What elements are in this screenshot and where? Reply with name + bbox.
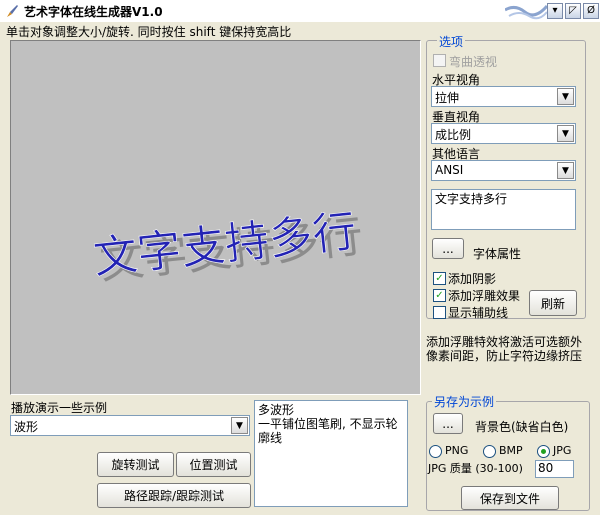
position-test-button[interactable]: 位置测试 (176, 452, 251, 477)
png-radio[interactable] (429, 445, 442, 458)
font-button[interactable]: ... (432, 238, 464, 259)
demo-description-body: 一平铺位图笔刷, 不显示轮廓线 (258, 417, 398, 445)
shadow-checkbox[interactable]: ✓ (433, 272, 446, 285)
text-input[interactable]: 文字支持多行 (431, 189, 576, 230)
refresh-button[interactable]: 刷新 (529, 290, 577, 316)
save-legend: 另存为示例 (432, 393, 497, 410)
maximize-button[interactable]: ◸ (565, 3, 581, 19)
emboss-note-line2: 像素间距，防止字符边缘挤压 (426, 349, 583, 363)
path-test-button[interactable]: 路径跟踪/跟踪测试 (97, 483, 251, 508)
curve-checkbox[interactable] (433, 54, 446, 67)
demo-description: 多波形 一平铺位图笔刷, 不显示轮廓线 (254, 400, 408, 507)
jpg-radio[interactable] (537, 445, 550, 458)
vertical-value: 成比例 (435, 128, 472, 142)
art-text-preview[interactable]: 文字支持多行 文字支持多行 (11, 41, 420, 394)
bmp-label: BMP (499, 444, 523, 457)
jpg-quality-label: JPG 质量 (30-100) (428, 462, 523, 475)
demo-label: 播放演示一些示例 (11, 401, 108, 415)
demo-select[interactable]: 波形 ▼ (10, 415, 250, 436)
bmp-radio[interactable] (483, 445, 496, 458)
demo-description-title: 多波形 (258, 403, 295, 417)
language-value: ANSI (435, 163, 464, 177)
rotate-test-button[interactable]: 旋转测试 (97, 452, 174, 477)
curve-label: 弯曲透视 (449, 55, 498, 69)
jpg-quality-input[interactable]: 80 (535, 460, 574, 478)
brush-icon (7, 5, 18, 17)
guide-label: 显示辅助线 (448, 306, 509, 320)
usage-hint: 单击对象调整大小/旋转. 同时按住 shift 键保持宽高比 (6, 25, 292, 39)
guide-checkbox[interactable] (433, 306, 446, 319)
radio-selected-dot (541, 449, 546, 454)
emboss-label: 添加浮雕效果 (448, 289, 521, 303)
emboss-checkbox[interactable]: ✓ (433, 289, 446, 302)
minimize-button[interactable]: ▾ (547, 3, 563, 19)
jpg-label: JPG (553, 444, 572, 457)
demo-value: 波形 (14, 420, 39, 434)
dropdown-arrow-icon[interactable]: ▼ (231, 417, 248, 434)
dropdown-arrow-icon[interactable]: ▼ (557, 125, 574, 142)
horizontal-select[interactable]: 拉伸 ▼ (431, 86, 576, 107)
preview-canvas[interactable]: 文字支持多行 文字支持多行 (10, 40, 421, 395)
bg-color-label: 背景色(缺省白色) (475, 420, 569, 434)
png-label: PNG (445, 444, 469, 457)
font-label: 字体属性 (473, 247, 522, 261)
shadow-label: 添加阴影 (448, 272, 497, 286)
save-to-file-button[interactable]: 保存到文件 (461, 486, 559, 510)
options-legend: 选项 (437, 33, 466, 50)
window-title: 艺术字体在线生成器V1.0 (24, 5, 163, 19)
title-decoration-icon (505, 4, 547, 20)
check-icon: ✓ (435, 273, 444, 284)
language-select[interactable]: ANSI ▼ (431, 160, 576, 181)
vertical-select[interactable]: 成比例 ▼ (431, 123, 576, 144)
bg-color-button[interactable]: ... (433, 413, 463, 434)
title-bar: 艺术字体在线生成器V1.0 ▾ ◸ Ø (0, 0, 600, 22)
horizontal-value: 拉伸 (435, 91, 460, 105)
check-icon: ✓ (435, 290, 444, 301)
close-button[interactable]: Ø (583, 3, 599, 19)
dropdown-arrow-icon[interactable]: ▼ (557, 88, 574, 105)
dropdown-arrow-icon[interactable]: ▼ (557, 162, 574, 179)
